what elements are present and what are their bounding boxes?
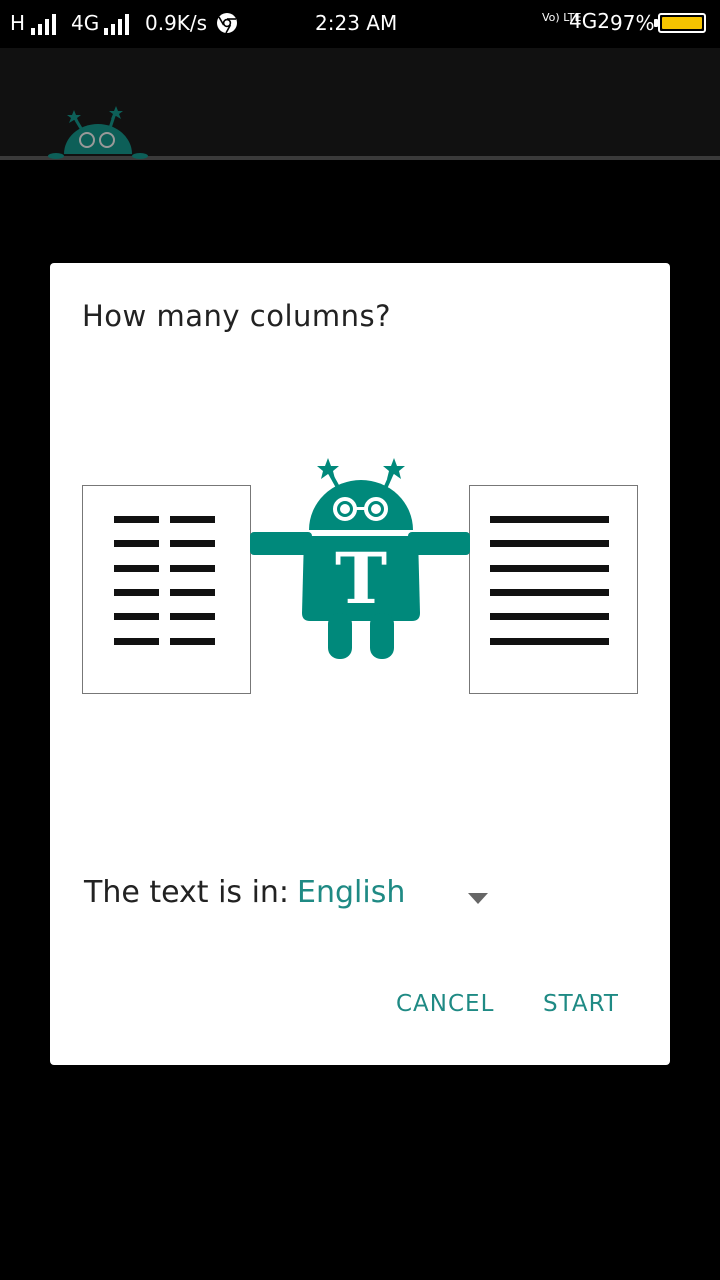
network-speed: 0.9K/s — [145, 11, 208, 35]
status-bar: H 4G 0.9K/s 2:23 AM Vo) LTE 4G2 97% — [0, 0, 720, 48]
network-type-h: H — [10, 11, 26, 35]
chrome-icon — [216, 12, 238, 39]
clock: 2:23 AM — [315, 11, 398, 35]
dialog-title: How many columns? — [82, 299, 392, 333]
language-selector[interactable]: The text is in: English — [84, 875, 504, 919]
battery-percent: 97% — [610, 11, 655, 35]
one-column-option[interactable] — [469, 485, 638, 694]
network-type-4g2: 4G2 — [569, 9, 610, 33]
cancel-button[interactable]: CANCEL — [396, 991, 494, 1017]
columns-dialog: How many columns? T The text is in: Engl… — [50, 263, 670, 1065]
mascot-letter: T — [335, 537, 387, 620]
app-logo-icon — [48, 106, 148, 159]
language-label: The text is in: — [84, 875, 290, 910]
start-button[interactable]: START — [543, 991, 619, 1017]
volte-label: Vo) LTE — [542, 11, 582, 24]
language-value[interactable]: English — [297, 875, 405, 910]
mascot-icon: T — [250, 458, 470, 659]
signal-icon-2 — [104, 11, 129, 35]
battery-icon — [658, 13, 706, 33]
signal-icon — [31, 11, 56, 35]
two-column-option[interactable] — [82, 485, 251, 694]
network-type-4g: 4G — [71, 11, 100, 35]
columns-illustration: T — [82, 458, 638, 694]
dropdown-arrow-icon[interactable] — [468, 893, 488, 904]
